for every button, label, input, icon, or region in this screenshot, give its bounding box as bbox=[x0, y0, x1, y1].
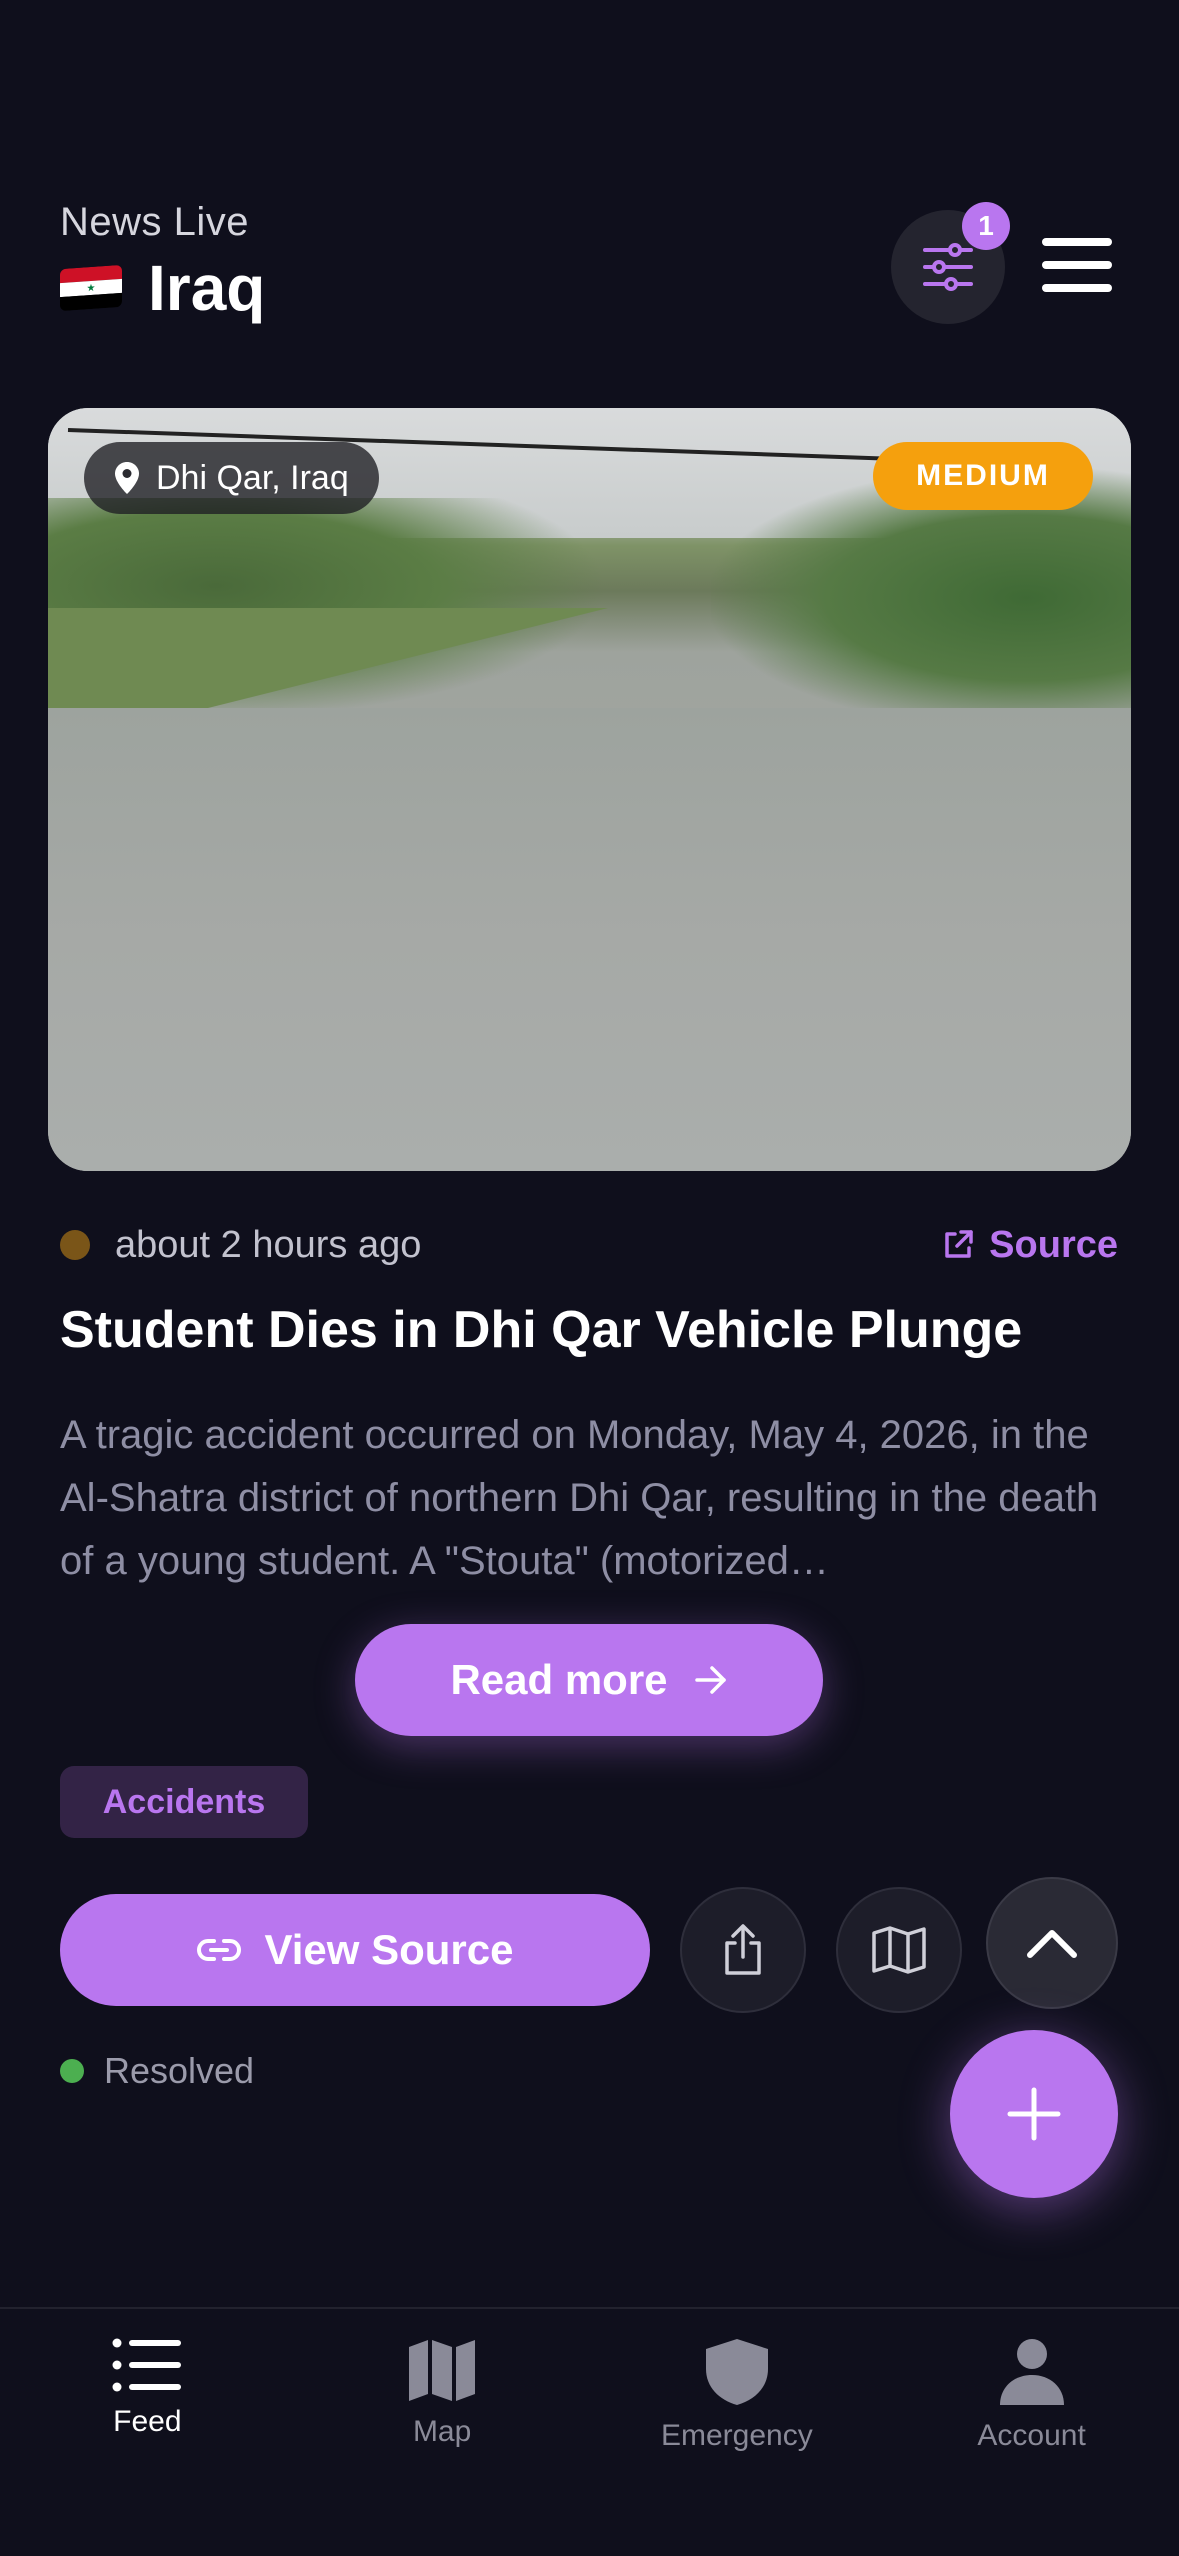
share-icon bbox=[725, 1924, 761, 1975]
map-icon bbox=[872, 1926, 926, 1974]
nav-label-map: Map bbox=[412, 2415, 472, 2448]
read-more-button[interactable]: Read more bbox=[355, 1624, 823, 1736]
menu-button[interactable] bbox=[1042, 238, 1112, 292]
menu-line bbox=[1042, 238, 1112, 246]
bottom-nav: Feed Map Emergency Account bbox=[0, 2307, 1179, 2556]
nav-label-feed: Feed bbox=[113, 2405, 182, 2438]
view-source-button[interactable]: View Source bbox=[60, 1894, 650, 2006]
share-button[interactable] bbox=[680, 1887, 806, 2013]
list-icon bbox=[112, 2338, 182, 2392]
add-report-button[interactable] bbox=[950, 2030, 1118, 2198]
article-headline: Student Dies in Dhi Qar Vehicle Plunge bbox=[60, 1301, 1023, 1359]
article-image[interactable] bbox=[48, 408, 1131, 1171]
screen: News Live ★ Iraq 1 Dhi Qar, Iraq MEDIUM … bbox=[0, 0, 1179, 2556]
view-source-label: View Source bbox=[264, 1926, 514, 1973]
filter-badge: 1 bbox=[962, 202, 1010, 250]
nav-label-emergency: Emergency bbox=[661, 2419, 813, 2452]
header: News Live ★ Iraq bbox=[60, 200, 265, 325]
scroll-to-top-button[interactable] bbox=[986, 1877, 1118, 2009]
title-row: ★ Iraq bbox=[60, 251, 265, 325]
menu-line bbox=[1042, 284, 1112, 292]
nav-item-feed[interactable]: Feed bbox=[0, 2309, 295, 2556]
shield-icon bbox=[705, 2339, 768, 2405]
app-subtitle: News Live bbox=[60, 200, 250, 244]
nav-label-account: Account bbox=[977, 2419, 1086, 2452]
source-label: Source bbox=[989, 1223, 1118, 1266]
page-title: Iraq bbox=[148, 252, 266, 324]
article-summary: A tragic accident occurred on Monday, Ma… bbox=[60, 1413, 1099, 1583]
status-dot bbox=[60, 2059, 84, 2083]
external-link-icon bbox=[945, 1230, 973, 1258]
source-link[interactable]: Source bbox=[941, 1224, 1118, 1267]
plus-icon bbox=[1007, 2087, 1061, 2141]
location-text: Dhi Qar, Iraq bbox=[156, 458, 349, 497]
user-icon bbox=[999, 2339, 1064, 2405]
map-pin-icon bbox=[115, 462, 139, 494]
sliders-icon bbox=[923, 243, 973, 291]
map-button[interactable] bbox=[836, 1887, 962, 2013]
iraq-flag-icon: ★ bbox=[60, 264, 122, 312]
category-tag[interactable]: Accidents bbox=[60, 1766, 308, 1838]
arrow-right-icon bbox=[694, 1666, 726, 1694]
map-icon bbox=[409, 2340, 476, 2401]
nav-item-emergency[interactable]: Emergency bbox=[590, 2309, 885, 2556]
article-meta: about 2 hours ago Source bbox=[60, 1218, 1118, 1272]
nav-item-map[interactable]: Map bbox=[295, 2309, 590, 2556]
location-pill: Dhi Qar, Iraq bbox=[84, 442, 379, 514]
link-icon bbox=[197, 1939, 242, 1961]
menu-line bbox=[1042, 261, 1112, 269]
severity-dot bbox=[60, 1230, 90, 1260]
timestamp: about 2 hours ago bbox=[115, 1223, 422, 1266]
status-indicator: Resolved bbox=[60, 2050, 254, 2092]
nav-item-account[interactable]: Account bbox=[884, 2309, 1179, 2556]
read-more-label: Read more bbox=[450, 1656, 668, 1703]
chevron-up-icon bbox=[1027, 1930, 1077, 1958]
severity-badge: MEDIUM bbox=[873, 442, 1093, 510]
status-text: Resolved bbox=[104, 2050, 255, 2091]
